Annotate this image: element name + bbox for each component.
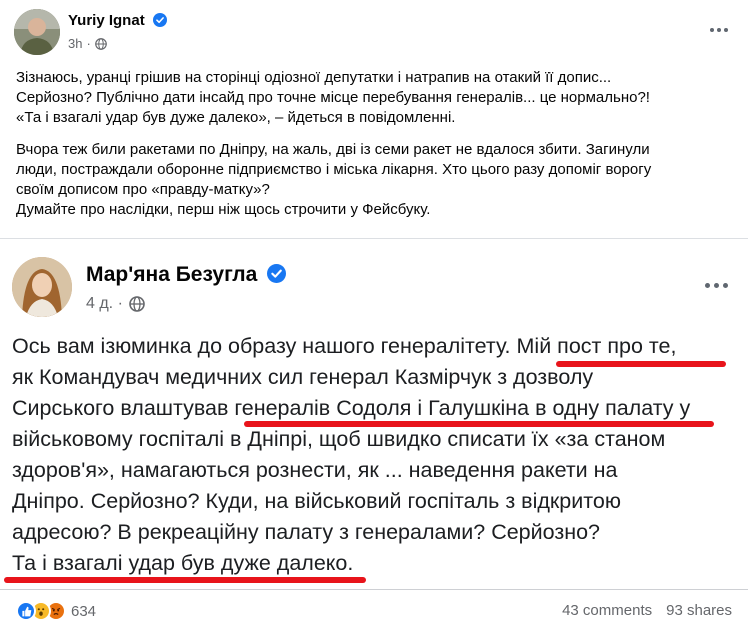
post-footer: 634 43 comments 93 shares bbox=[0, 589, 748, 630]
post-line: люди, постраждали оборонне підприємство … bbox=[16, 161, 652, 178]
shared-author-avatar bbox=[12, 257, 72, 317]
highlight-underline bbox=[556, 361, 726, 367]
shared-line: військовому госпіталі в Дніпрі, щоб швид… bbox=[12, 427, 666, 451]
comments-count[interactable]: 43 comments bbox=[562, 602, 652, 619]
reactions-summary[interactable]: 634 bbox=[16, 601, 96, 621]
post-line: Зізнаюсь, уранці грішив на сторінці одіо… bbox=[16, 69, 612, 86]
shared-author-name-text: Мар'яна Безугла bbox=[86, 263, 258, 286]
reaction-count[interactable]: 634 bbox=[71, 603, 96, 620]
shared-author-name: Мар'яна Безугла bbox=[86, 263, 287, 287]
shared-line: адресою? В рекреаційну палату з генерала… bbox=[12, 520, 601, 544]
shared-post-meta: 4 д. · bbox=[86, 295, 145, 313]
shared-line: Сирського влаштував генералів Содоля і Г… bbox=[12, 396, 691, 420]
more-options-icon bbox=[698, 267, 734, 303]
shared-line: Ось вам ізюминка до образу нашого генера… bbox=[12, 334, 677, 358]
post-paragraph-1: Зізнаюсь, уранці грішив на сторінці одіо… bbox=[16, 68, 732, 128]
post-paragraph-2: Вчора теж били ракетами по Дніпру, на жа… bbox=[16, 140, 732, 220]
verified-badge-icon bbox=[152, 13, 167, 27]
like-reaction-icon bbox=[16, 601, 36, 621]
globe-icon bbox=[94, 37, 107, 50]
shared-line: Дніпро. Серйозно? Куди, на військовий го… bbox=[12, 489, 621, 513]
highlight-underline bbox=[4, 577, 366, 583]
facebook-post: Yuriy Ignat 3h · Зізнаюсь, уранці грішив… bbox=[0, 0, 748, 630]
author-name-text[interactable]: Yuriy Ignat bbox=[68, 12, 145, 29]
post-line: «Та і взагалі удар був дуже далеко», – й… bbox=[16, 109, 456, 126]
post-meta: 3h · bbox=[68, 36, 107, 51]
post-line: Серйозно? Публічно дати інсайд про точне… bbox=[16, 89, 650, 106]
author-avatar[interactable] bbox=[14, 9, 60, 55]
shares-count[interactable]: 93 shares bbox=[666, 602, 732, 619]
post-header: Yuriy Ignat 3h · bbox=[14, 9, 734, 59]
post-time[interactable]: 3h bbox=[68, 36, 82, 51]
verified-badge-icon bbox=[267, 264, 287, 283]
more-options-icon[interactable] bbox=[704, 15, 734, 45]
shared-post-screenshot[interactable]: Мар'яна Безугла 4 д. · Ось вам ізюминка … bbox=[0, 238, 748, 589]
post-line: Вчора теж били ракетами по Дніпру, на жа… bbox=[16, 141, 650, 158]
highlight-underline bbox=[244, 421, 714, 427]
shared-post-time: 4 д. · bbox=[86, 295, 123, 312]
engagement-stats: 43 comments 93 shares bbox=[562, 602, 732, 619]
shared-line: здоров'я», намагаються рознести, як ... … bbox=[12, 458, 618, 482]
globe-icon bbox=[129, 296, 145, 312]
shared-line: Та і взагалі удар був дуже далеко. bbox=[12, 551, 354, 575]
author-name[interactable]: Yuriy Ignat bbox=[68, 12, 167, 29]
meta-dot: · bbox=[86, 36, 91, 51]
shared-post-text: Ось вам ізюминка до образу нашого генера… bbox=[12, 331, 742, 579]
post-line: Думайте про наслідки, перш ніж щось стро… bbox=[16, 201, 431, 218]
post-line: своїм дописом про «правду-матку»? bbox=[16, 181, 270, 198]
